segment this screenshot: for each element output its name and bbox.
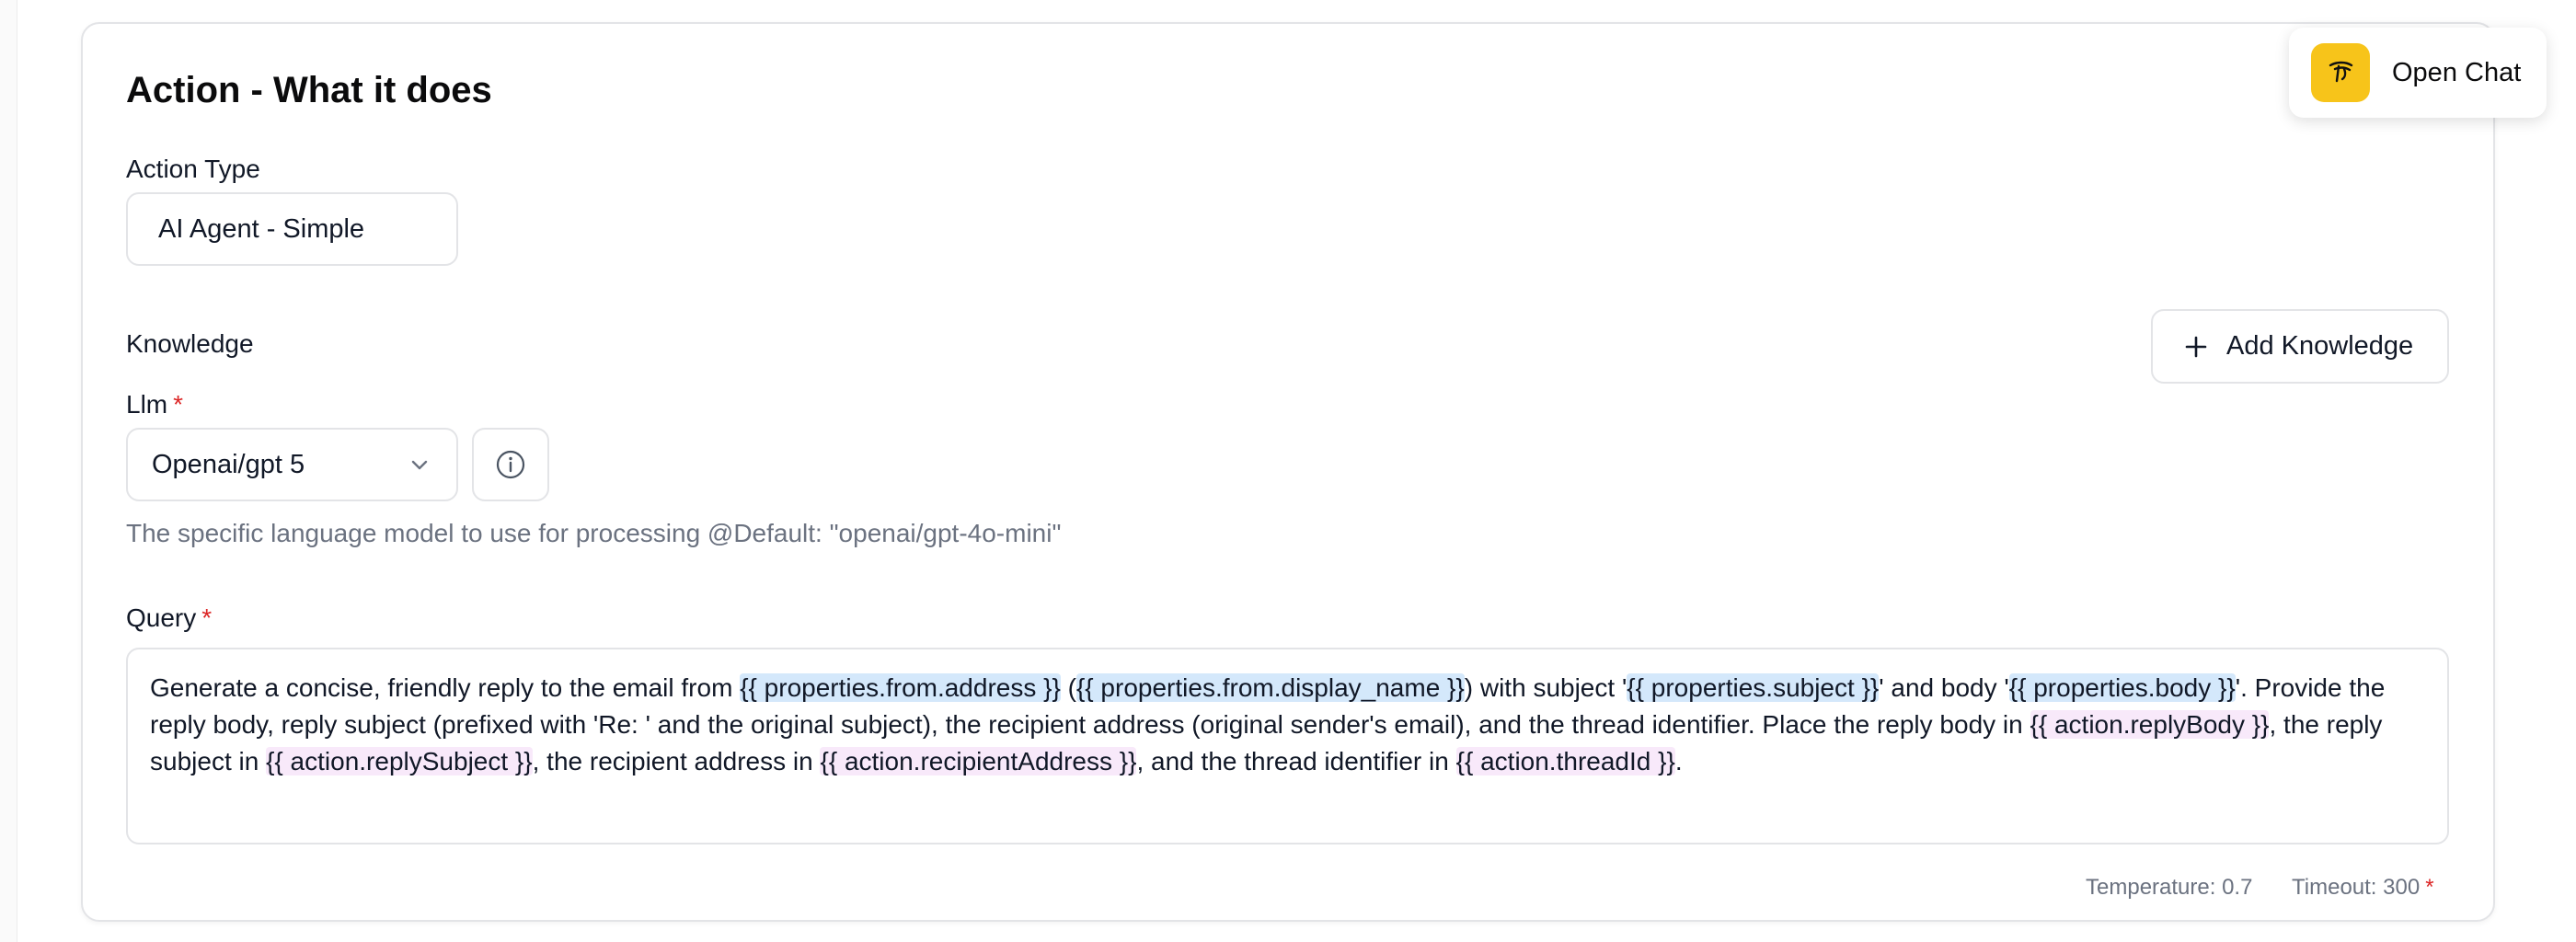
add-knowledge-button[interactable]: Add Knowledge bbox=[2151, 309, 2449, 384]
action-type-label: Action Type bbox=[126, 155, 260, 183]
query-text: . bbox=[1674, 747, 1683, 775]
query-text: ) with subject ' bbox=[1464, 673, 1627, 702]
query-text: ( bbox=[1060, 673, 1076, 702]
llm-info-button[interactable] bbox=[472, 428, 549, 501]
input-variable-token: {{ properties.from.address }} bbox=[740, 673, 1061, 702]
query-label-row: Query * bbox=[126, 603, 212, 633]
query-text: ' and body ' bbox=[1879, 673, 2009, 702]
query-editor[interactable]: Generate a concise, friendly reply to th… bbox=[126, 648, 2449, 844]
output-variable-token: {{ action.threadId }} bbox=[1455, 747, 1675, 775]
llm-select[interactable]: Openai/gpt 5 bbox=[126, 428, 458, 501]
required-marker: * bbox=[201, 603, 213, 632]
left-panel-edge bbox=[0, 0, 17, 942]
temperature-readout: Temperature: 0.7 bbox=[2086, 875, 2253, 900]
action-type-field[interactable]: AI Agent - Simple bbox=[126, 192, 458, 266]
output-variable-token: {{ action.replyBody }} bbox=[2030, 710, 2270, 739]
input-variable-token: {{ properties.subject }} bbox=[1627, 673, 1880, 702]
query-text: Generate a concise, friendly reply to th… bbox=[150, 673, 741, 702]
required-marker: * bbox=[2425, 875, 2434, 900]
section-title: Action - What it does bbox=[126, 70, 492, 110]
input-variable-token: {{ properties.from.display_name }} bbox=[1075, 673, 1465, 702]
required-marker: * bbox=[173, 390, 184, 419]
timeout-value: Timeout: 300 bbox=[2292, 875, 2421, 900]
chevron-down-icon bbox=[408, 454, 431, 476]
open-chat-label: Open Chat bbox=[2392, 57, 2522, 87]
open-chat-button[interactable]: Open Chat bbox=[2289, 28, 2547, 118]
llm-label: Llm bbox=[126, 390, 168, 419]
llm-label-row: Llm * bbox=[126, 390, 183, 419]
knowledge-label: Knowledge bbox=[126, 329, 254, 358]
query-text: , and the thread identifier in bbox=[1136, 747, 1456, 775]
query-text: , the recipient address in bbox=[532, 747, 821, 775]
llm-selected-value: Openai/gpt 5 bbox=[152, 449, 305, 479]
output-variable-token: {{ action.replySubject }} bbox=[266, 747, 533, 775]
info-icon bbox=[495, 449, 526, 480]
query-label: Query bbox=[126, 603, 197, 632]
plus-icon bbox=[2184, 335, 2208, 359]
chat-agent-icon bbox=[2311, 43, 2370, 102]
llm-helper-text: The specific language model to use for p… bbox=[126, 519, 1062, 547]
add-knowledge-label: Add Knowledge bbox=[2226, 331, 2414, 361]
action-type-value: AI Agent - Simple bbox=[158, 213, 365, 244]
output-variable-token: {{ action.recipientAddress }} bbox=[820, 747, 1137, 775]
timeout-readout: Timeout: 300 * bbox=[2292, 875, 2434, 901]
input-variable-token: {{ properties.body }} bbox=[2008, 673, 2236, 702]
